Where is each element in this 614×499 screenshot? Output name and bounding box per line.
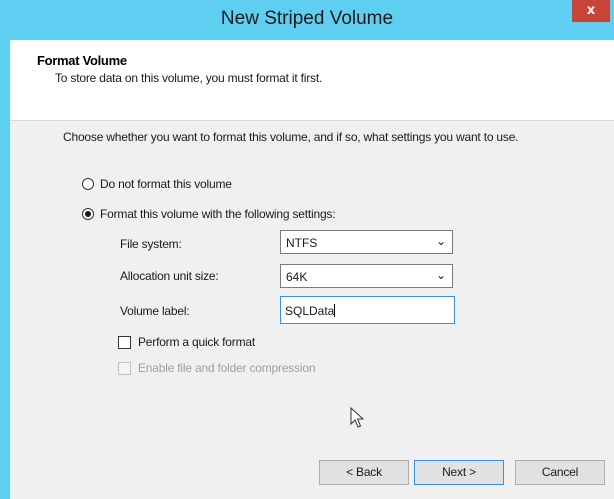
file-system-select[interactable]: NTFS ⌄ (280, 230, 453, 254)
radio-format-with-settings[interactable]: Format this volume with the following se… (82, 207, 336, 221)
radio-button-unchecked[interactable] (82, 178, 94, 190)
radio-button-checked[interactable] (82, 208, 94, 220)
dialog-window: New Striped Volume x Format Volume To st… (0, 0, 614, 499)
radio-label-do-not-format: Do not format this volume (100, 177, 232, 191)
chevron-down-icon: ⌄ (435, 268, 446, 282)
chevron-down-icon: ⌄ (435, 234, 446, 248)
allocation-unit-value: 64K (286, 270, 308, 284)
volume-label-label: Volume label: (120, 304, 190, 318)
window-title: New Striped Volume (220, 8, 394, 29)
cancel-button[interactable]: Cancel (515, 460, 605, 485)
radio-label-format-with-settings: Format this volume with the following se… (100, 207, 336, 221)
quick-format-checkbox[interactable] (118, 335, 131, 349)
mouse-pointer-icon (350, 407, 364, 428)
compression-checkbox (118, 361, 131, 375)
wizard-header: Format Volume To store data on this volu… (10, 40, 614, 121)
file-system-label: File system: (120, 237, 182, 251)
volume-label-input[interactable]: SQLData (280, 296, 455, 324)
close-icon: x (586, 3, 596, 18)
title-bar[interactable]: New Striped Volume x (0, 0, 614, 40)
allocation-unit-label: Allocation unit size: (120, 269, 219, 283)
quick-format-option[interactable]: Perform a quick format (118, 335, 255, 349)
next-button[interactable]: Next > (414, 460, 504, 485)
compression-label: Enable file and folder compression (138, 361, 316, 375)
volume-label-value: SQLData (285, 304, 335, 318)
page-title: Format Volume (37, 53, 127, 68)
dialog-client-area: Format Volume To store data on this volu… (10, 40, 614, 499)
page-subtitle: To store data on this volume, you must f… (55, 71, 323, 85)
instructions-text: Choose whether you want to format this v… (63, 130, 519, 144)
text-caret (334, 304, 336, 317)
quick-format-label: Perform a quick format (138, 335, 255, 349)
file-system-value: NTFS (286, 236, 318, 250)
compression-option: Enable file and folder compression (118, 361, 316, 375)
back-button[interactable]: < Back (319, 460, 409, 485)
radio-do-not-format[interactable]: Do not format this volume (82, 177, 232, 191)
allocation-unit-select[interactable]: 64K ⌄ (280, 264, 453, 288)
close-button[interactable]: x (572, 0, 610, 22)
